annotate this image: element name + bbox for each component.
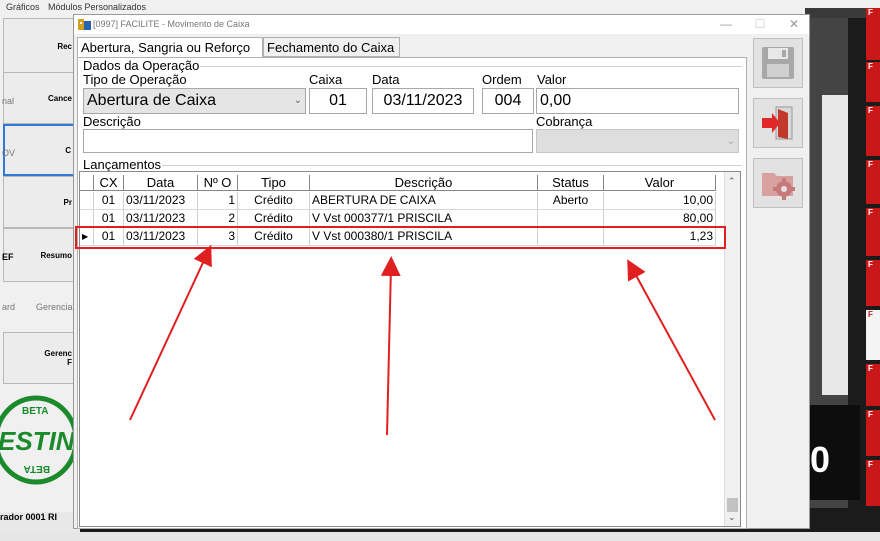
arrow-left bbox=[129, 244, 212, 421]
arrow-right bbox=[627, 259, 716, 421]
annotation-arrows bbox=[129, 244, 716, 436]
arrow-middle bbox=[380, 256, 401, 436]
